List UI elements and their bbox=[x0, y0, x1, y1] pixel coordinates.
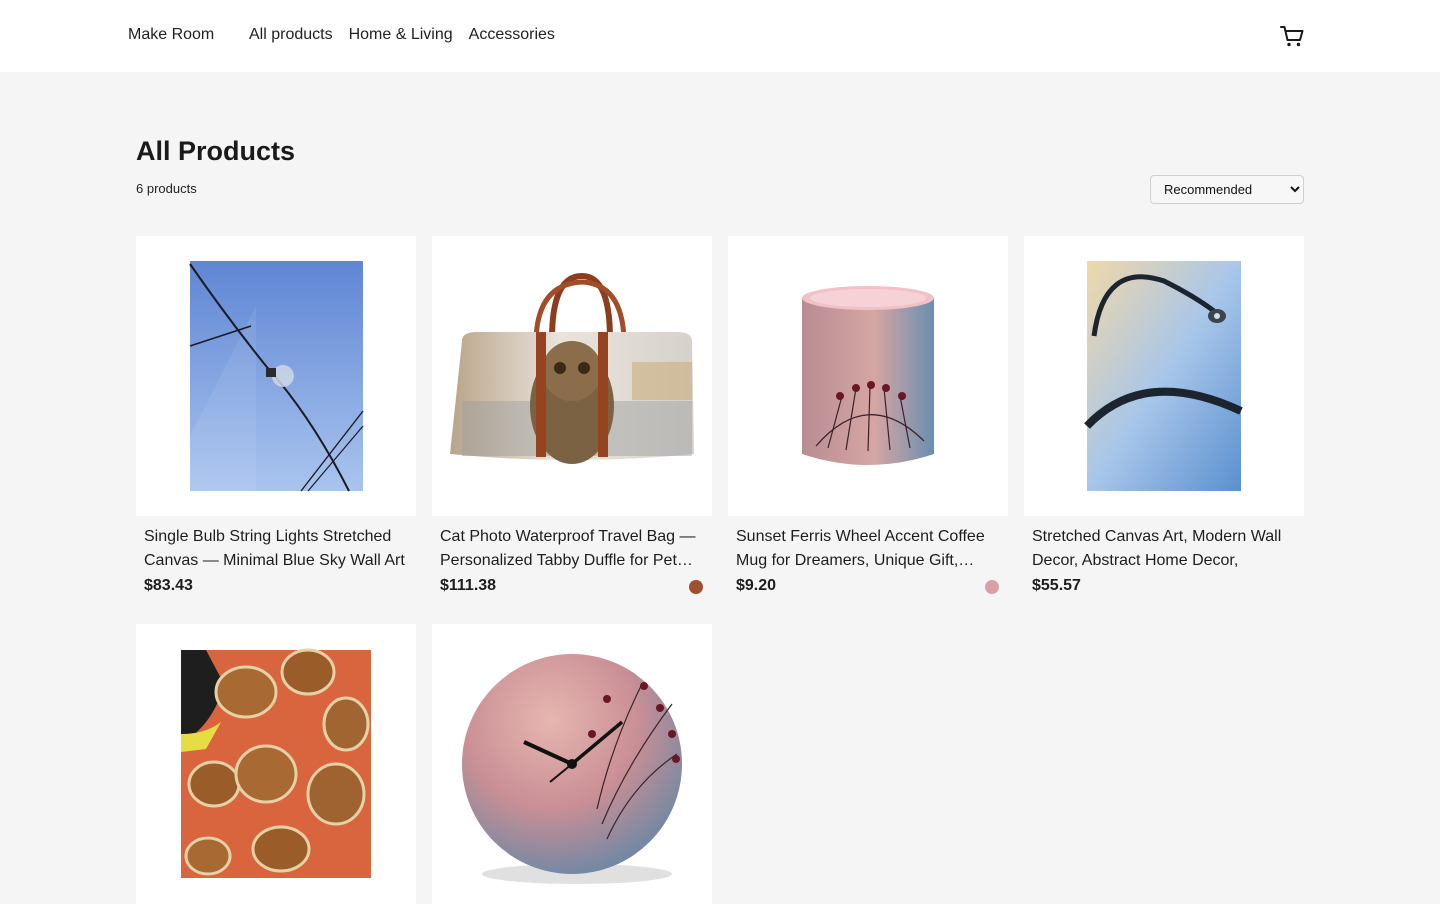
product-image-lamp-post-canvas[interactable] bbox=[1024, 236, 1304, 516]
product-price: $111.38 bbox=[440, 577, 497, 594]
product-price: $83.43 bbox=[144, 577, 193, 594]
product-image-wall-clock[interactable] bbox=[432, 624, 712, 904]
price-row: $55.57 bbox=[1032, 577, 1296, 599]
color-swatch[interactable] bbox=[985, 580, 999, 594]
color-swatch[interactable] bbox=[689, 580, 703, 594]
product-price: $9.20 bbox=[736, 577, 777, 594]
main-nav: All products Home & Living Accessories bbox=[249, 26, 555, 44]
cart-icon[interactable] bbox=[1279, 23, 1305, 49]
product-title[interactable]: Sunset Ferris Wheel Accent Coffee Mug fo… bbox=[736, 525, 1000, 573]
product-card[interactable]: Sunset Ferris Wheel Accent Coffee Mug fo… bbox=[728, 236, 1008, 599]
top-navigation-bar: Make Room All products Home & Living Acc… bbox=[0, 0, 1440, 72]
price-row: $83.43 bbox=[144, 577, 408, 599]
product-card[interactable] bbox=[136, 624, 416, 904]
product-image-string-lights-canvas[interactable] bbox=[136, 236, 416, 516]
product-image-ferris-wheel-mug[interactable] bbox=[728, 236, 1008, 516]
price-row: $111.38 bbox=[440, 577, 704, 599]
price-row: $9.20 bbox=[736, 577, 1000, 599]
product-card[interactable]: Stretched Canvas Art, Modern Wall Decor,… bbox=[1024, 236, 1304, 599]
product-title[interactable]: Single Bulb String Lights Stretched Canv… bbox=[144, 525, 408, 573]
product-card[interactable] bbox=[432, 624, 712, 904]
product-price: $55.57 bbox=[1032, 577, 1081, 594]
product-title[interactable]: Stretched Canvas Art, Modern Wall Decor,… bbox=[1032, 525, 1296, 573]
product-count: 6 products bbox=[136, 181, 197, 196]
product-image-wood-slices-canvas[interactable] bbox=[136, 624, 416, 904]
brand-logo-link[interactable]: Make Room bbox=[128, 26, 214, 44]
nav-link-accessories[interactable]: Accessories bbox=[469, 26, 555, 44]
product-card[interactable]: Cat Photo Waterproof Travel Bag — Person… bbox=[432, 236, 712, 599]
sort-select[interactable]: Recommended bbox=[1150, 175, 1304, 204]
nav-link-home-living[interactable]: Home & Living bbox=[349, 26, 453, 44]
product-image-cat-travel-bag[interactable] bbox=[432, 236, 712, 516]
nav-link-all-products[interactable]: All products bbox=[249, 26, 333, 44]
product-title[interactable]: Cat Photo Waterproof Travel Bag — Person… bbox=[440, 525, 704, 573]
page-title: All Products bbox=[136, 136, 296, 166]
product-card[interactable]: Single Bulb String Lights Stretched Canv… bbox=[136, 236, 416, 599]
